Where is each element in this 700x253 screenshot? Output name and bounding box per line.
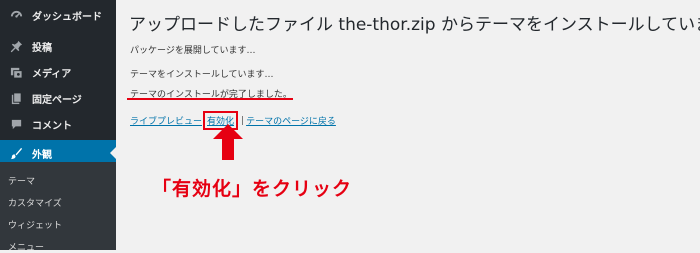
sidebar-item-dashboard[interactable]: ダッシュボード: [0, 2, 116, 28]
page-icon: [8, 90, 24, 106]
submenu-item-themes[interactable]: テーマ: [8, 174, 35, 187]
status-unpacking: パッケージを展開しています…: [130, 46, 256, 56]
sidebar-item-label: 投稿: [32, 42, 52, 54]
appearance-submenu: テーマ カスタマイズ ウィジェット メニュー: [0, 162, 116, 253]
admin-sidebar: ダッシュボード 投稿 メディア 固定ページ コメント 外観 テーマ カスタマイズ: [0, 0, 116, 253]
sidebar-item-posts[interactable]: 投稿: [0, 33, 116, 59]
sidebar-item-label: コメント: [32, 120, 72, 132]
submenu-item-menus[interactable]: メニュー: [8, 240, 44, 253]
sidebar-item-label: 外観: [32, 149, 52, 161]
brush-icon: [8, 145, 24, 161]
up-arrow-icon: [213, 124, 243, 160]
comment-icon: [8, 116, 24, 132]
completion-underline: [127, 98, 293, 100]
media-icon: [8, 64, 24, 80]
pushpin-icon: [8, 38, 24, 54]
theme-page-link[interactable]: テーマのページに戻る: [246, 114, 336, 127]
sidebar-item-pages[interactable]: 固定ページ: [0, 85, 116, 111]
status-installing: テーマをインストールしています…: [130, 70, 274, 80]
sidebar-item-label: ダッシュボード: [32, 11, 102, 23]
page-title: アップロードしたファイル the-thor.zip からテーマをインストールして…: [129, 15, 700, 35]
dashboard-icon: [8, 7, 24, 23]
sidebar-item-media[interactable]: メディア: [0, 59, 116, 85]
sidebar-item-label: 固定ページ: [32, 94, 82, 106]
sidebar-item-label: メディア: [32, 68, 72, 80]
live-preview-link[interactable]: ライブプレビュー: [130, 114, 202, 127]
submenu-item-customize[interactable]: カスタマイズ: [8, 196, 62, 209]
main-content: アップロードしたファイル the-thor.zip からテーマをインストールして…: [116, 0, 700, 250]
annotation-callout: 「有効化」をクリック: [152, 178, 353, 200]
sidebar-item-comments[interactable]: コメント: [0, 111, 116, 137]
submenu-item-widgets[interactable]: ウィジェット: [8, 218, 62, 231]
